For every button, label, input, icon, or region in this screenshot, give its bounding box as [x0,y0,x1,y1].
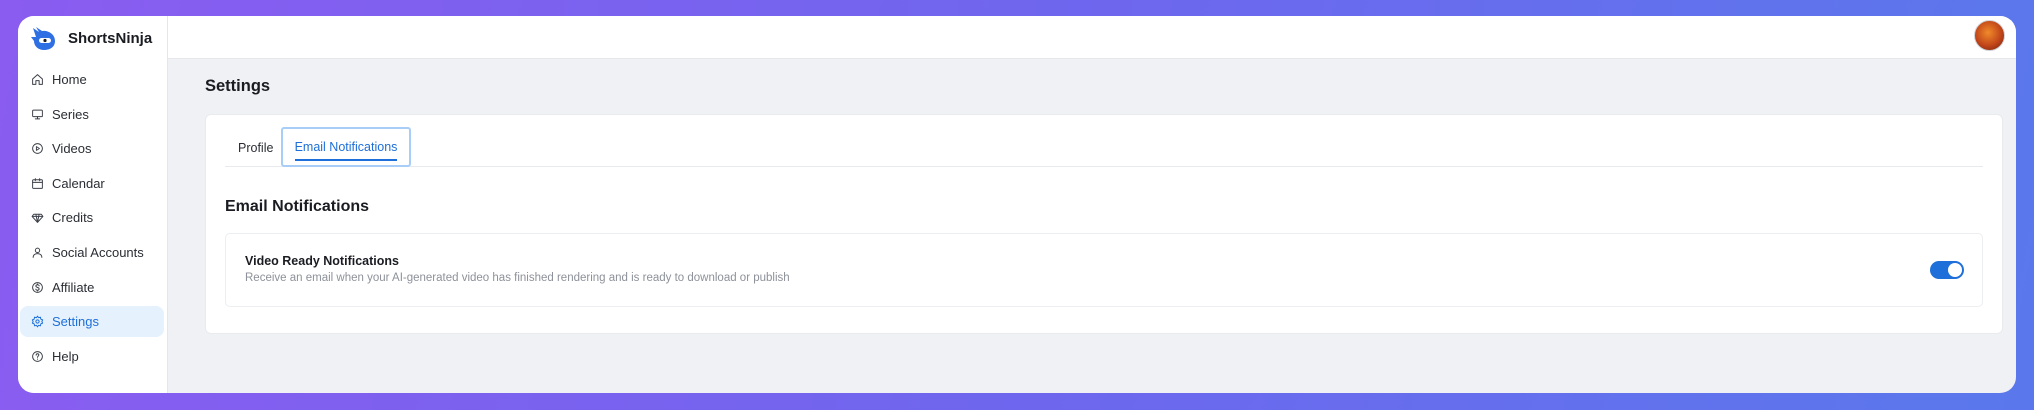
top-bar [168,16,2016,59]
sidebar-item-label: Affiliate [52,279,95,295]
calendar-icon [32,177,43,189]
brand[interactable]: ShortsNinja [18,20,167,56]
user-icon [32,247,43,258]
sidebar-item-label: Home [52,72,87,87]
sidebar-item-affiliate[interactable]: Affiliate [20,272,164,303]
sidebar-item-credits[interactable]: Credits [20,202,164,233]
active-tab-indicator [295,159,397,161]
sidebar-item-label: Help [52,348,79,364]
dollar-circle-icon [32,281,43,293]
notification-preference-row: Video Ready Notifications Receive an ema… [225,233,1983,307]
tab-profile[interactable]: Profile [238,129,273,166]
section-title: Email Notifications [225,198,370,215]
toggle-knob [1948,263,1962,277]
tab-label: Email Notifications [294,140,398,154]
sidebar: ShortsNinja Home Series Videos Calendar … [18,16,168,393]
gem-icon [31,214,44,224]
sidebar-item-label: Calendar [52,175,105,191]
sidebar-item-label: Videos [52,141,92,157]
sidebar-nav: Home Series Videos Calendar Credits Soci… [18,64,167,372]
tab-email-notifications[interactable]: Email Notifications [281,127,411,167]
home-icon [32,74,43,85]
sidebar-item-videos[interactable]: Videos [20,133,164,164]
sidebar-item-label: Settings [52,314,99,330]
settings-tabs: Profile Email Notifications [225,127,1983,167]
preference-title: Video Ready Notifications [245,254,399,268]
monitor-icon [32,109,43,119]
avatar[interactable] [1974,20,2005,51]
sidebar-item-calendar[interactable]: Calendar [20,168,164,199]
settings-card: Profile Email Notifications Email Notifi… [205,114,2003,334]
gear-icon [31,315,44,328]
sidebar-item-settings[interactable]: Settings [20,306,164,338]
ninja-logo-icon [31,27,55,50]
sidebar-item-help[interactable]: Help [20,341,164,372]
sidebar-item-label: Series [52,106,89,122]
sidebar-item-label: Social Accounts [52,244,144,260]
sidebar-item-series[interactable]: Series [20,99,164,130]
help-circle-icon [32,350,43,362]
play-circle-icon [32,143,43,155]
sidebar-item-home[interactable]: Home [20,64,164,95]
sidebar-item-label: Credits [52,210,94,226]
video-ready-toggle[interactable] [1930,261,1964,279]
brand-name: ShortsNinja [68,29,153,47]
preference-description: Receive an email when your AI-generated … [245,272,790,284]
main-content: Settings Profile Email Notifications Ema… [168,16,2016,393]
page-title: Settings [205,77,271,95]
sidebar-item-social-accounts[interactable]: Social Accounts [20,237,164,268]
app-window: ShortsNinja Home Series Videos Calendar … [18,16,2016,393]
